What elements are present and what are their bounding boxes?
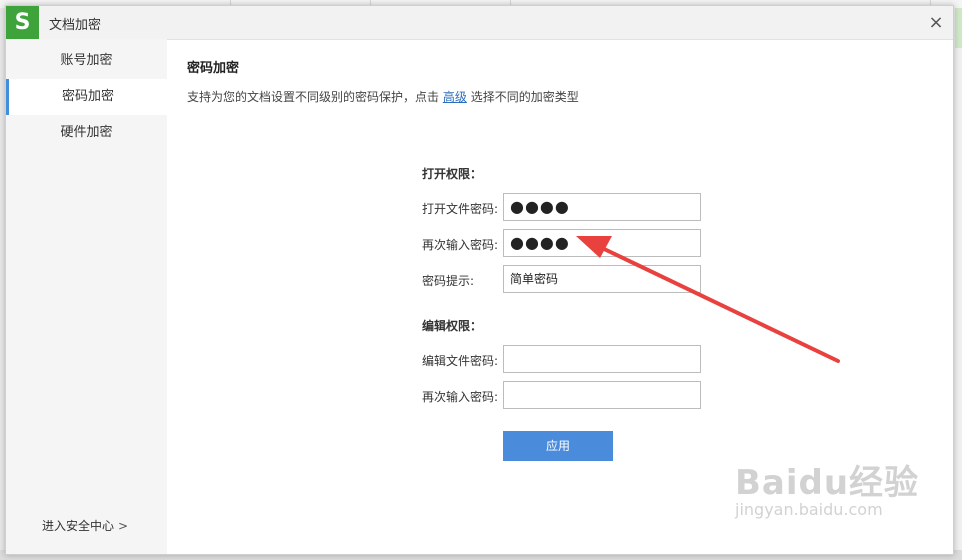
close-button[interactable]: ×: [925, 11, 947, 33]
security-center-link[interactable]: 进入安全中心 >: [42, 517, 128, 534]
page-description: 支持为您的文档设置不同级别的密码保护，点击 高级 选择不同的加密类型: [187, 88, 579, 105]
password-hint-label: 密码提示:: [422, 274, 475, 288]
security-center-label: 进入安全中心: [42, 519, 115, 533]
advanced-link[interactable]: 高级: [443, 90, 467, 104]
encryption-sidebar: 账号加密 密码加密 硬件加密 进入安全中心 >: [6, 39, 167, 554]
apply-button[interactable]: 应用: [503, 431, 613, 461]
description-text-tail: 选择不同的加密类型: [470, 90, 579, 104]
dialog-titlebar: S 文档加密 ×: [6, 6, 953, 40]
open-password-label: 打开文件密码:: [422, 202, 499, 216]
sidebar-item-label: 密码加密: [61, 89, 114, 104]
password-encryption-panel: 密码加密 支持为您的文档设置不同级别的密码保护，点击 高级 选择不同的加密类型 …: [167, 39, 953, 554]
password-hint-field[interactable]: 简单密码: [503, 265, 701, 293]
edit-password-field[interactable]: [503, 345, 701, 373]
page-title: 密码加密: [187, 61, 240, 76]
open-password-confirm-label: 再次输入密码:: [422, 238, 499, 252]
sidebar-item-label: 硬件加密: [60, 125, 113, 140]
open-password-field[interactable]: ●●●●: [503, 193, 701, 221]
background-app-accent: [955, 8, 962, 48]
edit-password-confirm-field[interactable]: [503, 381, 701, 409]
edit-permission-heading: 编辑权限：: [422, 319, 483, 333]
close-icon: ×: [928, 11, 944, 33]
open-password-confirm-field[interactable]: ●●●●: [503, 229, 701, 257]
sidebar-item-password-encryption[interactable]: 密码加密: [6, 79, 167, 115]
edit-password-confirm-label: 再次输入密码:: [422, 390, 499, 404]
sidebar-item-account-encryption[interactable]: 账号加密: [6, 43, 167, 79]
wps-s-logo-icon: S: [6, 6, 39, 39]
description-text: 支持为您的文档设置不同级别的密码保护，点击: [187, 90, 440, 104]
open-permission-heading: 打开权限：: [422, 167, 483, 181]
sidebar-item-hardware-encryption[interactable]: 硬件加密: [6, 115, 167, 151]
dialog-title: 文档加密: [49, 18, 102, 33]
edit-password-label: 编辑文件密码:: [422, 354, 499, 368]
chevron-right-icon: >: [118, 519, 129, 533]
sidebar-item-label: 账号加密: [60, 53, 113, 68]
document-encryption-dialog: S 文档加密 × 账号加密 密码加密 硬件加密 进入安全中心 > 密码加密 支持为…: [5, 5, 954, 555]
